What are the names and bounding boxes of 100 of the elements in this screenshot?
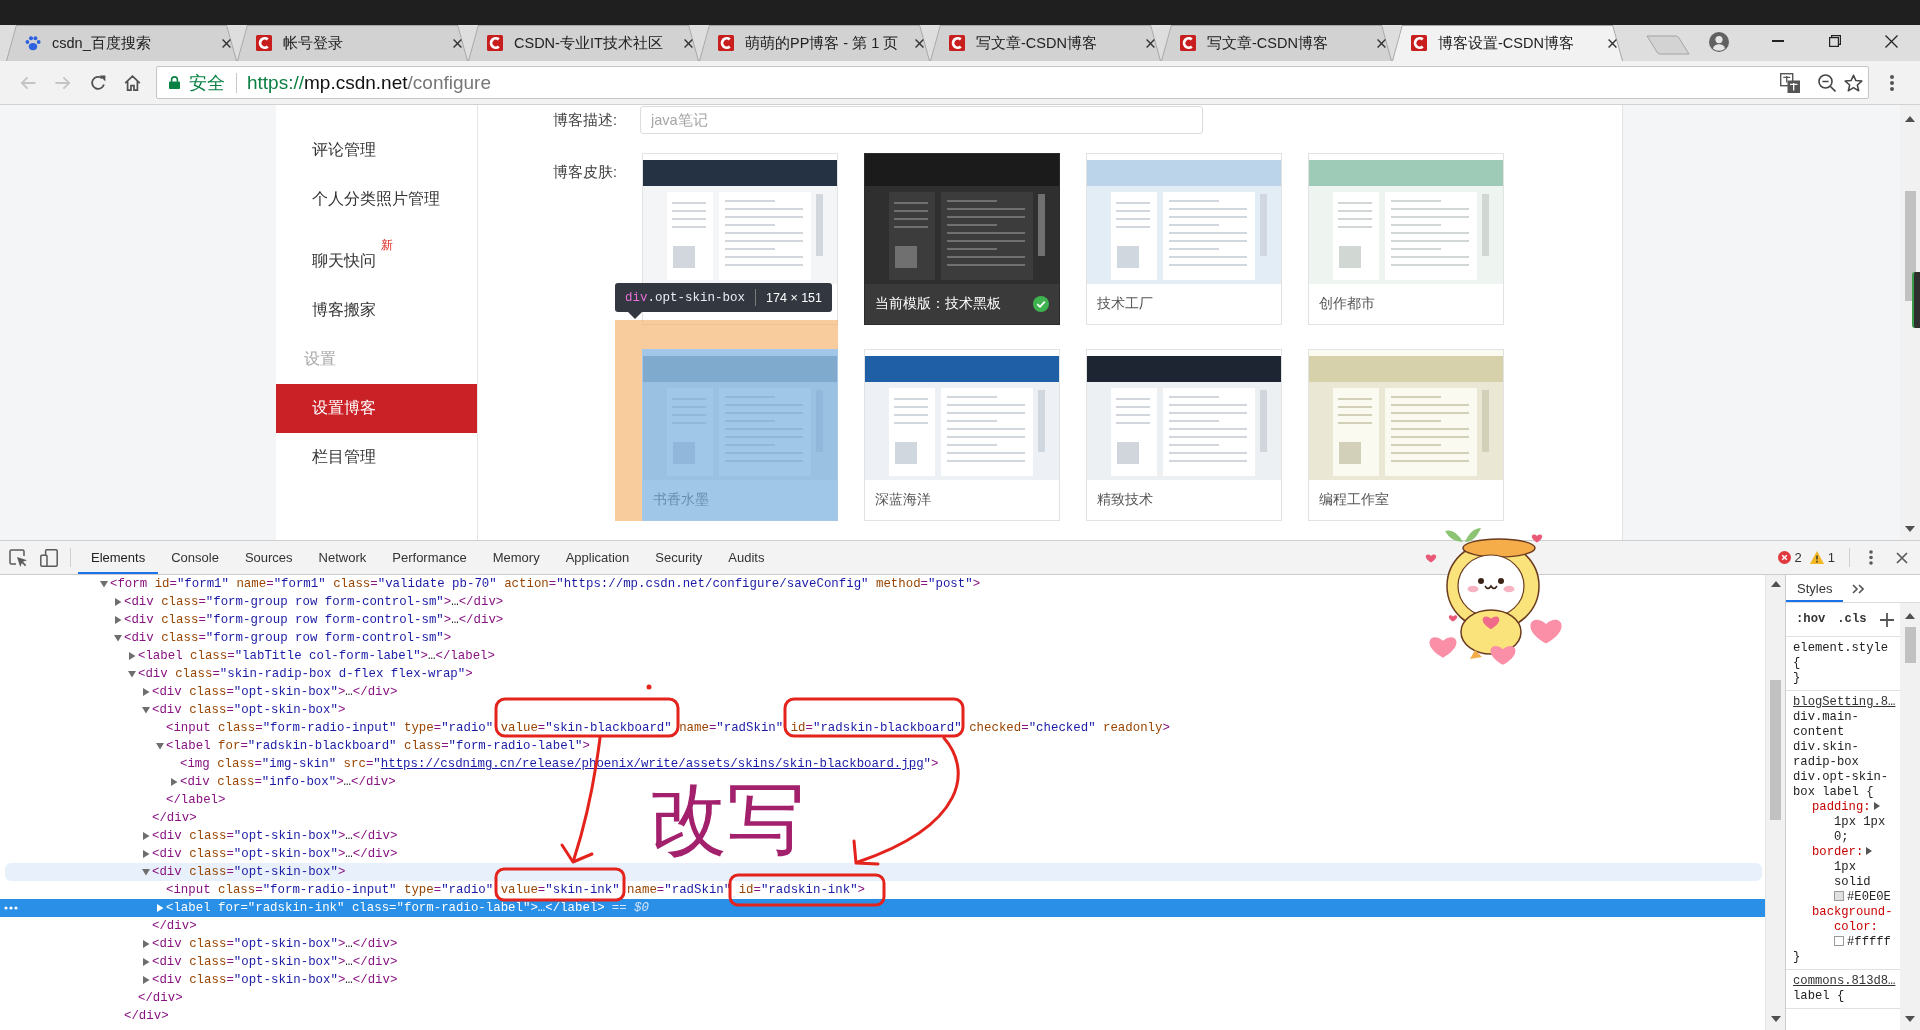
sidebar-item[interactable]: 个人分类照片管理 (276, 175, 477, 224)
dom-node[interactable]: <input class="form-radio-input" type="radio" value="skin-ink" name="radSkin" id="radskin-ink"> (0, 881, 1765, 899)
arrow-up-icon[interactable] (1905, 116, 1915, 122)
device-icon[interactable] (40, 548, 58, 567)
caret-right-icon[interactable] (142, 976, 150, 984)
close-icon[interactable] (222, 38, 231, 48)
skin-option[interactable]: 精致技术 (1086, 349, 1282, 521)
browser-tab[interactable]: 萌萌的PP博客 - 第 1 页 (699, 25, 930, 61)
browser-tab[interactable]: 写文章-CSDN博客 (930, 25, 1161, 61)
caret-right-icon[interactable] (142, 958, 150, 966)
close-icon[interactable] (1896, 551, 1908, 564)
caret-down-icon[interactable] (142, 868, 150, 876)
dom-node[interactable]: <div class="opt-skin-box"> (0, 701, 1765, 719)
closing-tag[interactable]: </div> (0, 1007, 1765, 1025)
close-icon[interactable] (1377, 38, 1386, 48)
warning-counter[interactable]: 1 (1809, 541, 1835, 574)
dom-node[interactable]: <div class="form-group row form-control-sm"> (0, 629, 1765, 647)
skin-option[interactable]: 深蓝海洋 (864, 349, 1060, 521)
edge-handle[interactable] (1912, 272, 1920, 328)
translate-icon[interactable] (1780, 72, 1800, 93)
panel-tab[interactable]: Audits (715, 541, 778, 574)
browser-tab[interactable]: 写文章-CSDN博客 (1161, 25, 1392, 61)
more-icon[interactable] (1869, 550, 1873, 565)
panel-tab[interactable]: Elements (78, 541, 159, 574)
dom-node[interactable]: <div class="opt-skin-box">…</div> (0, 953, 1765, 971)
panel-tab[interactable]: Security (642, 541, 716, 574)
panel-tab[interactable]: Styles (1786, 575, 1844, 602)
source-link[interactable]: blogSetting.8… (1793, 695, 1896, 709)
closing-tag[interactable]: </div> (0, 917, 1765, 935)
caret-down-icon[interactable] (142, 706, 150, 714)
color-swatch-icon[interactable] (1834, 936, 1844, 946)
skin-option[interactable]: 当前模版：技术黑板 (864, 153, 1060, 325)
ellipsis-icon[interactable] (4, 906, 18, 910)
browser-tab[interactable]: CSDN-专业IT技术社区 (468, 25, 699, 61)
caret-right-icon[interactable] (170, 778, 178, 786)
dom-node[interactable]: <div class="form-group row form-control-sm">…</div> (0, 611, 1765, 629)
sidebar-item[interactable]: 博客搬家 (276, 286, 477, 335)
scrollbar-thumb[interactable] (1904, 627, 1916, 663)
close-icon[interactable] (1608, 38, 1617, 48)
toggle-button[interactable]: .cls (1837, 612, 1867, 627)
caret-down-icon[interactable] (156, 742, 164, 750)
scrollbar-thumb[interactable] (1770, 680, 1781, 820)
caret-down-icon[interactable] (128, 670, 136, 678)
error-counter[interactable]: 2 (1777, 541, 1802, 574)
star-icon[interactable] (1844, 73, 1863, 92)
inspect-icon[interactable] (9, 548, 27, 567)
dom-node[interactable]: <div class="opt-skin-box">…</div> (0, 935, 1765, 953)
close-icon[interactable] (1146, 38, 1155, 48)
caret-right-icon[interactable] (1873, 802, 1880, 810)
dom-node[interactable]: <label class="labTitle col-form-label">…</label> (0, 647, 1765, 665)
dom-node[interactable]: <div class="skin-radip-box d-flex flex-wrap"> (0, 665, 1765, 683)
caret-right-icon[interactable] (1866, 847, 1873, 855)
caret-right-icon[interactable] (142, 850, 150, 858)
zoom-out-icon[interactable] (1818, 73, 1836, 92)
browser-tab[interactable]: 帐号登录 (237, 25, 468, 61)
panel-tab[interactable]: Memory (479, 541, 553, 574)
close-icon[interactable] (1885, 34, 1898, 48)
arrow-up-icon[interactable] (1905, 613, 1915, 619)
sidebar-item[interactable]: 设置博客 (276, 384, 477, 433)
toggle-button[interactable]: :hov (1796, 612, 1826, 627)
sidebar-item[interactable]: 评论管理 (276, 126, 477, 175)
address-field[interactable]: 安全 https://mp.csdn.net/configure (156, 66, 1869, 99)
dom-node[interactable]: <div class="opt-skin-box"> (5, 863, 1762, 881)
panel-tab[interactable]: Application (552, 541, 643, 574)
arrow-up-icon[interactable] (1770, 581, 1781, 587)
dom-node[interactable]: <input class="form-radio-input" type="radio" value="skin-blackboard" name="radSkin" id="radskin-blackboard" checked="checked" readonly> (0, 719, 1765, 737)
skin-option[interactable]: 技术工厂 (1086, 153, 1282, 325)
close-icon[interactable] (915, 38, 924, 48)
dom-node[interactable]: <div class="opt-skin-box">…</div> (0, 971, 1765, 989)
browser-tab[interactable]: 博客设置-CSDN博客 (1392, 25, 1623, 61)
skin-option[interactable]: 编程工作室 (1308, 349, 1504, 521)
caret-right-icon[interactable] (114, 616, 122, 624)
reload-icon[interactable] (89, 74, 106, 91)
panel-tab[interactable]: Console (158, 541, 232, 574)
caret-right-icon[interactable] (142, 940, 150, 948)
panel-tab[interactable]: Performance (379, 541, 480, 574)
scrollbar-thumb[interactable] (1904, 191, 1916, 301)
close-icon[interactable] (453, 38, 462, 48)
skin-option[interactable]: 创作都市 (1308, 153, 1504, 325)
restore-icon[interactable] (1828, 35, 1841, 47)
home-icon[interactable] (124, 74, 141, 91)
caret-right-icon[interactable] (142, 688, 150, 696)
sidebar-item[interactable]: 聊天快问 新 (276, 224, 477, 286)
caret-right-icon[interactable] (142, 832, 150, 840)
dom-node[interactable]: <div class="opt-skin-box">…</div> (0, 683, 1765, 701)
dom-node[interactable]: <form id="form1" name="form1" class="validate pb-70" action="https://mp.csdn.net/configure/saveConfig" method="post"> (0, 575, 1765, 593)
person-icon[interactable] (1709, 32, 1729, 52)
panel-tab[interactable]: Network (305, 541, 380, 574)
caret-down-icon[interactable] (114, 634, 122, 642)
close-icon[interactable] (684, 38, 693, 48)
minimize-icon[interactable] (1771, 40, 1784, 42)
security-label[interactable]: 安全 (189, 70, 225, 95)
dom-node[interactable]: <label for="radskin-blackboard" class="form-radio-label"> (0, 737, 1765, 755)
dom-node[interactable]: <div class="form-group row form-control-sm">…</div> (0, 593, 1765, 611)
browser-tab[interactable]: csdn_百度搜索 (6, 25, 237, 61)
double-chevron-icon[interactable] (1852, 583, 1865, 594)
more-icon[interactable] (1890, 74, 1894, 91)
closing-tag[interactable]: </div> (0, 989, 1765, 1007)
arrow-down-icon[interactable] (1770, 1016, 1781, 1022)
source-link[interactable]: commons.813d8… (1793, 974, 1896, 988)
